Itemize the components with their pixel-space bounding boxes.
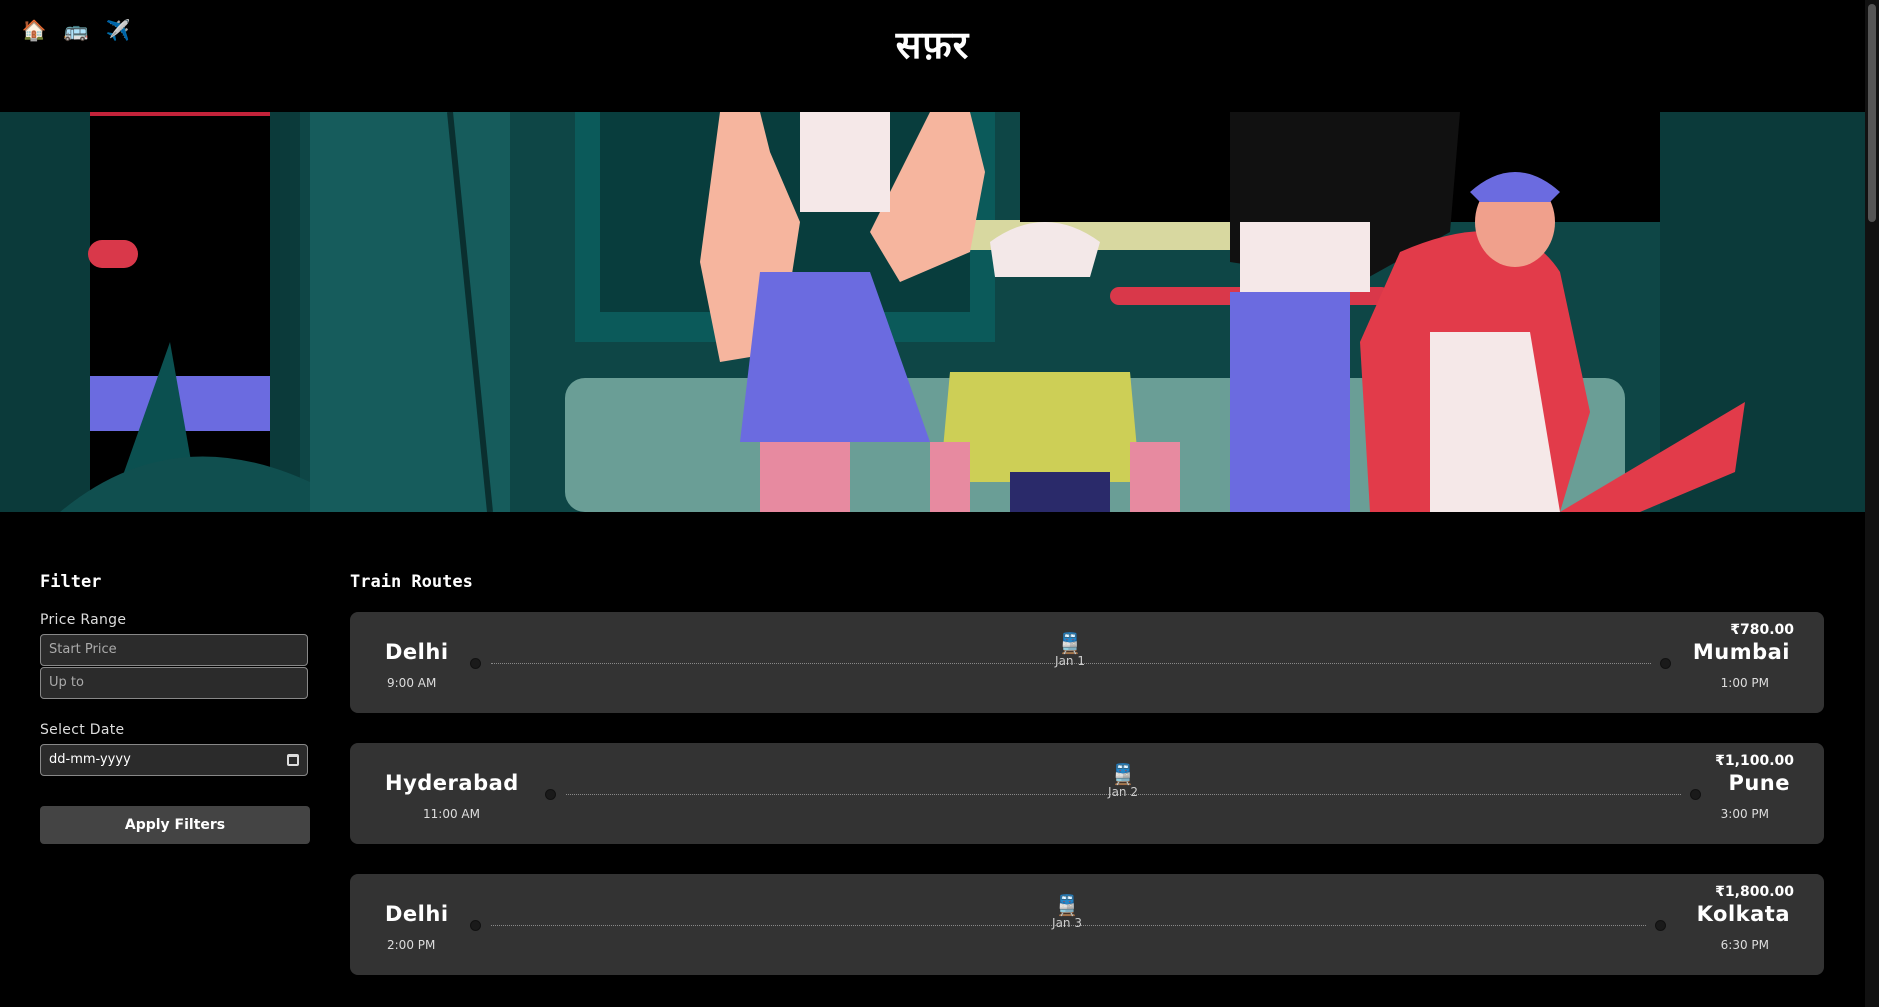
from-dot [470, 920, 481, 931]
route-date: Jan 1 [1055, 654, 1085, 668]
hero-banner-image [0, 112, 1865, 512]
train-icon: 🚆 [1054, 893, 1080, 917]
top-bar: 🏠 🚌 ✈️ सफ़र [0, 0, 1879, 112]
upto-price-input[interactable]: Up to [40, 667, 308, 699]
select-date-label: Select Date [40, 722, 125, 738]
route-middle: 🚆 Jan 3 [1052, 894, 1082, 930]
from-time: 2:00 PM [387, 938, 436, 952]
from-dot [545, 789, 556, 800]
from-time: 11:00 AM [423, 807, 480, 821]
date-input[interactable]: dd-mm-yyyy [40, 744, 308, 776]
to-time: 3:00 PM [1720, 807, 1769, 821]
route-date: Jan 2 [1108, 785, 1138, 799]
route-card[interactable]: Delhi 9:00 AM 🚆 Jan 1 ₹780.00 Mumbai 1:0… [350, 612, 1824, 713]
from-city: Delhi [385, 902, 449, 926]
from-city: Delhi [385, 640, 449, 664]
to-city: Mumbai [1692, 640, 1790, 664]
scrollbar-thumb[interactable] [1868, 4, 1876, 222]
route-middle: 🚆 Jan 2 [1108, 763, 1138, 799]
route-middle: 🚆 Jan 1 [1055, 632, 1085, 668]
apply-filters-button[interactable]: Apply Filters [40, 806, 310, 844]
brand-title: सफ़र [895, 23, 970, 67]
route-date: Jan 3 [1052, 916, 1082, 930]
price-range-label: Price Range [40, 612, 127, 628]
date-input-value: dd-mm-yyyy [49, 752, 131, 767]
filter-panel: Filter Price Range Start Price Up to Sel… [40, 572, 310, 844]
route-card[interactable]: Hyderabad 11:00 AM 🚆 Jan 2 ₹1,100.00 Pun… [350, 743, 1824, 844]
train-icon: 🚆 [1110, 762, 1136, 786]
filter-title: Filter [40, 572, 102, 592]
route-card[interactable]: Delhi 2:00 PM 🚆 Jan 3 ₹1,800.00 Kolkata … [350, 874, 1824, 975]
route-price: ₹1,800.00 [1715, 884, 1794, 900]
calendar-icon[interactable] [287, 754, 299, 766]
start-price-input[interactable]: Start Price [40, 634, 308, 666]
from-dot [470, 658, 481, 669]
to-dot [1655, 920, 1666, 931]
from-city: Hyderabad [385, 771, 519, 795]
to-dot [1690, 789, 1701, 800]
to-city: Kolkata [1696, 902, 1790, 926]
to-city: Pune [1728, 771, 1790, 795]
page-scrollbar[interactable] [1865, 0, 1879, 1007]
routes-title: Train Routes [350, 572, 473, 592]
to-time: 6:30 PM [1720, 938, 1769, 952]
from-time: 9:00 AM [387, 676, 437, 690]
train-routes-section: Train Routes Delhi 9:00 AM 🚆 Jan 1 ₹780.… [350, 572, 1824, 1005]
to-time: 1:00 PM [1720, 676, 1769, 690]
train-icon: 🚆 [1057, 631, 1083, 655]
route-price: ₹780.00 [1730, 622, 1794, 638]
to-dot [1660, 658, 1671, 669]
route-price: ₹1,100.00 [1715, 753, 1794, 769]
